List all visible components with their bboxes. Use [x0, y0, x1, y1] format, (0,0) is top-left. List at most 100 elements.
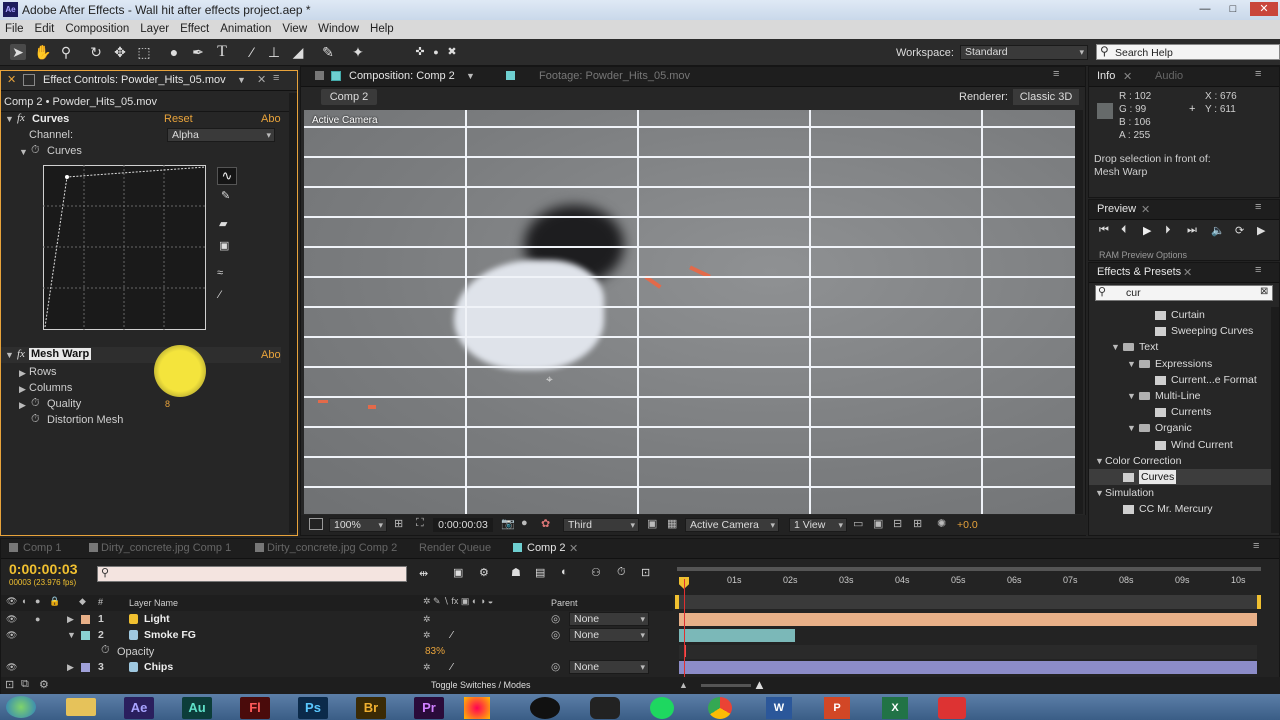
in-out-panes-icon[interactable]: ⚙ — [39, 678, 49, 691]
ellipse-tool-icon[interactable]: ● — [166, 44, 182, 60]
search-help-field[interactable]: ⚲ Search Help — [1096, 44, 1280, 60]
mesh-warp-effect-name[interactable]: Mesh Warp — [29, 348, 92, 360]
selection-tool-icon[interactable]: ➤ — [10, 44, 26, 60]
layer-duration-bar[interactable] — [679, 613, 1257, 626]
graph-editor-icon[interactable]: ⊡ — [641, 566, 650, 579]
reset-curve-icon[interactable]: ⁄ — [219, 289, 221, 301]
eye-icon[interactable]: 👁 — [6, 627, 17, 643]
quality-expand-icon[interactable]: ▶ — [19, 400, 26, 411]
start-button[interactable] — [6, 696, 36, 718]
panel-menu-icon[interactable]: ≡ — [1253, 540, 1259, 552]
eye-icon[interactable]: 👁 — [6, 611, 17, 627]
camera-select[interactable]: Active Camera — [685, 518, 779, 532]
clone-stamp-tool-icon[interactable]: ⊥ — [266, 44, 282, 60]
fast-previews-icon[interactable]: ▣ — [873, 517, 883, 530]
tree-expand-icon[interactable]: ▼ — [1127, 420, 1136, 436]
solo-icon[interactable]: ● — [35, 611, 40, 627]
zoom-in-icon[interactable]: ▲ — [753, 677, 766, 692]
layer-expand-icon[interactable]: ▼ — [67, 627, 76, 643]
taskbar-app-au[interactable]: Au — [182, 697, 212, 719]
parent-select[interactable]: None — [569, 612, 649, 626]
mesh-warp-collapse-icon[interactable]: ▼ — [5, 350, 14, 360]
roto-brush-tool-icon[interactable]: ✎ — [320, 44, 336, 60]
viewer-scrollbar[interactable] — [1075, 110, 1083, 514]
tree-expand-icon[interactable]: ▼ — [1127, 388, 1136, 404]
effects-tree-item[interactable]: Sweeping Curves — [1089, 323, 1271, 339]
maximize-button[interactable]: □ — [1222, 2, 1244, 16]
open-curve-icon[interactable]: ▰ — [219, 217, 227, 230]
pickwhip-icon[interactable]: ◎ — [551, 611, 560, 627]
show-snapshot-icon[interactable]: ● — [521, 517, 528, 529]
effects-tree-item[interactable]: ▼ Simulation — [1089, 485, 1271, 501]
video-switch-icon[interactable]: 👁 — [6, 596, 17, 607]
taskbar-app-ps[interactable]: Ps — [298, 697, 328, 719]
menu-layer[interactable]: Layer — [135, 20, 175, 39]
stopwatch-icon[interactable]: ⏱ — [101, 644, 110, 657]
tab-close-icon[interactable]: ✕ — [1141, 203, 1150, 216]
pickwhip-icon[interactable]: ◎ — [551, 627, 560, 643]
magnification-select[interactable]: 100% — [329, 518, 387, 532]
layer-expand-icon[interactable]: ▶ — [67, 611, 74, 627]
world-axis-icon[interactable]: ● — [428, 44, 444, 60]
time-ruler[interactable]: 01s 02s 03s 04s 05s 06s 07s 08s 09s 10s — [677, 567, 1261, 597]
stopwatch-icon[interactable]: ⏱ — [31, 413, 40, 426]
pan-behind-tool-icon[interactable]: ⬚ — [136, 44, 152, 60]
panel-menu-icon[interactable]: ≡ — [1255, 264, 1261, 276]
tab-close-icon[interactable]: ✕ — [1123, 70, 1132, 83]
frame-blending-icon[interactable]: ▤ — [535, 566, 545, 579]
toggle-pixel-aspect-icon[interactable]: ▭ — [853, 517, 863, 530]
effects-tree-item[interactable]: ▼ Color Correction — [1089, 453, 1271, 469]
safe-zones-icon[interactable]: ⊞ — [394, 517, 403, 530]
menu-effect[interactable]: Effect — [175, 20, 215, 39]
camera-tool-icon[interactable]: ✥ — [112, 44, 128, 60]
exposure-icon[interactable]: ✺ — [937, 517, 946, 530]
shy-switch-icon[interactable]: ✲ — [423, 611, 431, 627]
stopwatch-icon[interactable]: ⏱ — [31, 144, 40, 157]
file-explorer-icon[interactable] — [66, 698, 96, 716]
tab-close-icon[interactable]: ✕ — [1183, 266, 1192, 279]
play-icon[interactable]: ▶ — [1143, 224, 1151, 237]
pickwhip-icon[interactable]: ◎ — [551, 659, 560, 675]
timeline-tab-dirty-concrete-2[interactable]: Dirty_concrete.jpg Comp 2 — [263, 542, 401, 554]
zoom-tool-icon[interactable]: ⚲ — [58, 44, 74, 60]
zoom-out-icon[interactable]: ▲ — [679, 680, 688, 690]
layer-name[interactable]: Light — [144, 611, 170, 627]
effects-tree-item[interactable]: Currents — [1089, 404, 1271, 420]
expand-switches-icon[interactable]: ⊡ — [5, 678, 14, 691]
rotate-tool-icon[interactable]: ↻ — [88, 44, 104, 60]
view-axis-icon[interactable]: ✖ — [444, 44, 460, 60]
panel-menu-icon[interactable]: ≡ — [1255, 68, 1261, 80]
workspace-select[interactable]: Standard — [960, 45, 1088, 60]
footage-tab[interactable]: Footage: Powder_Hits_05.mov — [535, 70, 694, 82]
menu-window[interactable]: Window — [313, 20, 365, 39]
hide-shy-layers-icon[interactable]: ☗ — [511, 566, 521, 579]
renderer-button[interactable]: Classic 3D — [1013, 89, 1079, 105]
timeline-search-field[interactable]: ⚲ — [97, 566, 407, 582]
ram-preview-icon[interactable]: ▶ — [1257, 224, 1265, 237]
channel-select[interactable]: Alpha — [167, 128, 275, 142]
panel-menu-icon[interactable]: ≡ — [1053, 68, 1059, 80]
scrollbar[interactable] — [289, 93, 297, 533]
brush-tool-icon[interactable]: ⁄ — [244, 44, 260, 60]
timeline-tab-render-queue[interactable]: Render Queue — [415, 542, 495, 554]
spotify-icon[interactable] — [650, 697, 674, 719]
stopwatch-icon[interactable]: ⏱ — [31, 397, 40, 410]
layer-duration-bar[interactable] — [679, 661, 1257, 674]
timeline-tab-comp-1[interactable]: Comp 1 — [19, 542, 66, 554]
composition-viewer[interactable]: Active Camera ⌖ — [304, 110, 1082, 514]
curves-graph-collapse-icon[interactable]: ▼ — [19, 147, 28, 157]
previous-frame-icon[interactable]: ⏴ — [1121, 224, 1127, 237]
eraser-tool-icon[interactable]: ◢ — [290, 44, 306, 60]
effects-tree-item[interactable]: Wind Current — [1089, 437, 1271, 453]
last-frame-icon[interactable]: ⏭ — [1187, 224, 1197, 237]
menu-composition[interactable]: Composition — [60, 20, 135, 39]
mesh-warp-about-link[interactable]: Abo — [261, 349, 281, 361]
effects-search-field[interactable]: ⚲ cur ⊠ — [1095, 285, 1273, 301]
layer-expand-icon[interactable]: ▶ — [67, 659, 74, 675]
curves-collapse-icon[interactable]: ▼ — [5, 114, 14, 124]
layer-name[interactable]: Chips — [144, 659, 173, 675]
audio-switch-icon[interactable]: ◖ — [21, 596, 26, 606]
timeline-layer-row[interactable]: 👁 ● ▶ 1 Light ✲ ◎ None — [1, 611, 1280, 627]
tab-dropdown-icon[interactable]: ▼ — [237, 75, 246, 85]
live-update-icon[interactable]: ▣ — [453, 566, 463, 579]
